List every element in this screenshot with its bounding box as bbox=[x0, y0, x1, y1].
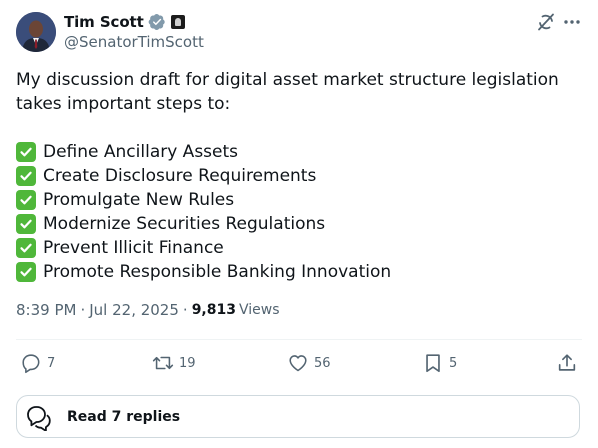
check-list: Define Ancillary Assets Create Disclosur… bbox=[16, 140, 576, 284]
like-count: 56 bbox=[314, 355, 331, 371]
divider bbox=[16, 339, 582, 340]
meta-separator: · bbox=[80, 301, 86, 319]
reply-count: 7 bbox=[47, 355, 56, 371]
repost-icon bbox=[152, 356, 174, 370]
read-replies-button[interactable]: Read 7 replies bbox=[16, 395, 580, 438]
reply-icon bbox=[22, 354, 40, 374]
like-button[interactable]: 56 bbox=[287, 352, 331, 374]
avatar[interactable] bbox=[16, 12, 56, 52]
display-name[interactable]: Tim Scott bbox=[64, 13, 144, 31]
list-item: Promote Responsible Banking Innovation bbox=[16, 260, 576, 284]
tweet-intro: My discussion draft for digital asset ma… bbox=[16, 70, 559, 114]
views-label: Views bbox=[238, 302, 280, 318]
reply-bubble-icon bbox=[27, 405, 51, 431]
bookmark-icon bbox=[426, 354, 440, 373]
repost-button[interactable]: 19 bbox=[152, 352, 196, 374]
list-item: Modernize Securities Regulations bbox=[16, 212, 576, 236]
verified-badge-icon[interactable] bbox=[148, 13, 166, 31]
list-item-text: Promulgate New Rules bbox=[43, 190, 235, 210]
tweet-meta: 8:39 PM · Jul 22, 2025 · 9,813 Views bbox=[16, 301, 280, 319]
list-item: Prevent Illicit Finance bbox=[16, 236, 576, 260]
list-item-text: Create Disclosure Requirements bbox=[43, 166, 317, 186]
share-button[interactable] bbox=[556, 352, 578, 374]
reply-button[interactable]: 7 bbox=[20, 352, 55, 374]
check-mark-icon bbox=[16, 142, 36, 162]
check-mark-icon bbox=[16, 166, 36, 186]
tweet-time[interactable]: 8:39 PM bbox=[16, 301, 76, 319]
check-mark-icon bbox=[16, 214, 36, 234]
list-item-text: Promote Responsible Banking Innovation bbox=[43, 262, 392, 282]
list-item-text: Modernize Securities Regulations bbox=[43, 214, 326, 234]
share-icon bbox=[558, 354, 576, 371]
list-item: Define Ancillary Assets bbox=[16, 140, 576, 164]
check-mark-icon bbox=[16, 262, 36, 282]
list-item: Create Disclosure Requirements bbox=[16, 164, 576, 188]
author-handle[interactable]: @SenatorTimScott bbox=[64, 33, 204, 51]
check-mark-icon bbox=[16, 238, 36, 258]
list-item: Promulgate New Rules bbox=[16, 188, 576, 212]
check-mark-icon bbox=[16, 190, 36, 210]
meta-separator: · bbox=[182, 301, 188, 319]
bookmark-count: 5 bbox=[449, 355, 458, 371]
government-affiliation-icon bbox=[170, 15, 185, 29]
bookmark-button[interactable]: 5 bbox=[422, 352, 457, 374]
repost-count: 19 bbox=[179, 355, 196, 371]
list-item-text: Define Ancillary Assets bbox=[43, 142, 239, 162]
more-icon[interactable] bbox=[562, 12, 582, 32]
list-item-text: Prevent Illicit Finance bbox=[43, 238, 224, 258]
tweet-date[interactable]: Jul 22, 2025 bbox=[89, 301, 179, 319]
heart-icon bbox=[289, 355, 307, 372]
read-replies-label: Read 7 replies bbox=[67, 408, 181, 425]
tweet-text: My discussion draft for digital asset ma… bbox=[16, 68, 576, 284]
grok-icon[interactable] bbox=[536, 12, 556, 32]
views-count: 9,813 bbox=[191, 302, 236, 318]
